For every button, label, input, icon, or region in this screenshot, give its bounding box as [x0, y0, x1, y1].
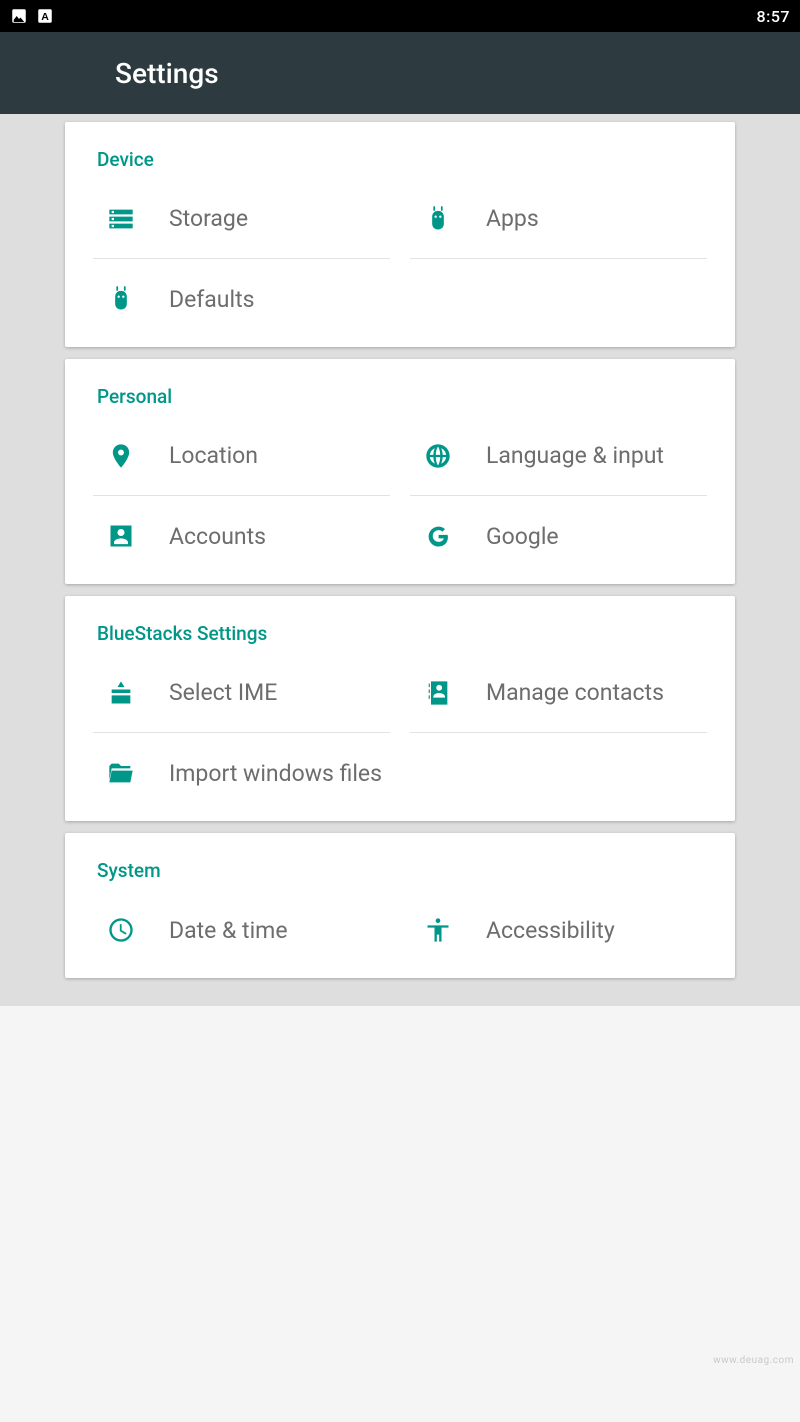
item-label: Google	[486, 523, 559, 550]
item-label: Apps	[486, 205, 539, 232]
item-accessibility[interactable]: Accessibility	[410, 890, 707, 970]
item-language-input[interactable]: Language & input	[410, 416, 707, 496]
defaults-icon	[103, 281, 139, 317]
section-title-device: Device	[65, 122, 735, 179]
item-label: Location	[169, 442, 258, 469]
content: Device Storage Apps	[0, 114, 800, 1422]
globe-icon	[420, 438, 456, 474]
card-bluestacks: BlueStacks Settings Select IME Manage co…	[65, 596, 735, 821]
status-time: 8:57	[757, 7, 791, 26]
item-apps[interactable]: Apps	[410, 179, 707, 259]
apps-icon	[420, 201, 456, 237]
item-accounts[interactable]: Accounts	[93, 496, 390, 576]
item-label: Date & time	[169, 917, 288, 944]
contacts-icon	[420, 675, 456, 711]
screen: A 8:57 Settings Device Storage	[0, 0, 800, 1422]
item-storage[interactable]: Storage	[93, 179, 390, 259]
item-label: Language & input	[486, 442, 664, 469]
item-date-time[interactable]: Date & time	[93, 890, 390, 970]
item-label: Storage	[169, 205, 248, 232]
accounts-icon	[103, 518, 139, 554]
empty-area	[0, 1006, 800, 1422]
item-defaults[interactable]: Defaults	[93, 259, 390, 339]
font-icon: A	[36, 7, 54, 25]
clock-icon	[103, 912, 139, 948]
item-import-windows-files[interactable]: Import windows files	[93, 733, 390, 813]
svg-text:A: A	[41, 11, 49, 23]
item-label: Defaults	[169, 286, 254, 313]
storage-icon	[103, 201, 139, 237]
empty-cell	[410, 733, 707, 813]
item-location[interactable]: Location	[93, 416, 390, 496]
card-system: System Date & time Accessibility	[65, 833, 735, 978]
page-title: Settings	[115, 57, 219, 90]
item-google[interactable]: Google	[410, 496, 707, 576]
image-icon	[10, 7, 28, 25]
item-label: Manage contacts	[486, 679, 664, 706]
item-select-ime[interactable]: Select IME	[93, 653, 390, 733]
card-device: Device Storage Apps	[65, 122, 735, 347]
item-label: Select IME	[169, 679, 277, 706]
item-label: Import windows files	[169, 760, 382, 787]
watermark: www.deuag.com	[713, 1355, 794, 1366]
item-label: Accounts	[169, 523, 266, 550]
empty-cell	[410, 259, 707, 339]
status-icons-left: A	[10, 7, 54, 25]
app-bar: Settings	[0, 32, 800, 114]
status-bar: A 8:57	[0, 0, 800, 32]
item-manage-contacts[interactable]: Manage contacts	[410, 653, 707, 733]
google-icon	[420, 518, 456, 554]
accessibility-icon	[420, 912, 456, 948]
section-title-bluestacks: BlueStacks Settings	[65, 596, 735, 653]
section-title-system: System	[65, 833, 735, 890]
keyboard-icon	[103, 675, 139, 711]
section-title-personal: Personal	[65, 359, 735, 416]
item-label: Accessibility	[486, 917, 615, 944]
folder-open-icon	[103, 755, 139, 791]
location-icon	[103, 438, 139, 474]
card-personal: Personal Location Language & input	[65, 359, 735, 584]
